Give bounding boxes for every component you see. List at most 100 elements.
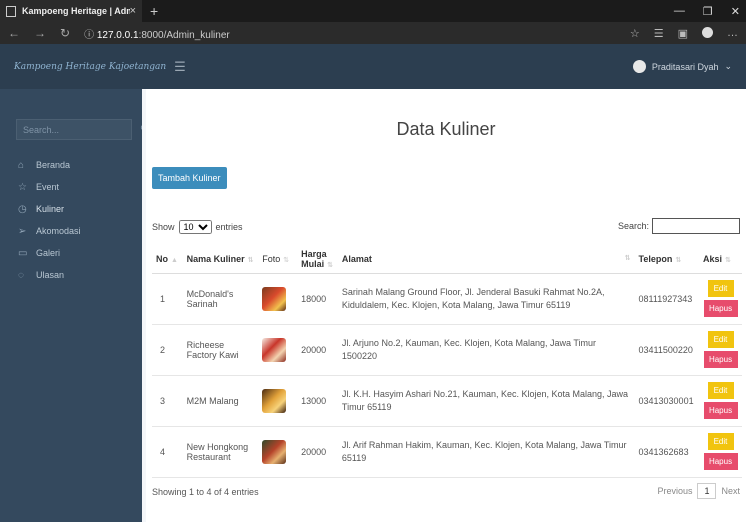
sidebar-item-label: Beranda (36, 160, 71, 170)
cell-no: 3 (152, 375, 183, 427)
back-icon[interactable]: ← (8, 26, 20, 40)
add-kuliner-button[interactable]: Tambah Kuliner (152, 167, 227, 189)
table-search: Search: (618, 218, 740, 234)
profile-icon[interactable] (702, 26, 713, 38)
url-path: :8000/Admin_kuliner (138, 29, 230, 41)
url-host: 127.0.0.1 (96, 29, 139, 41)
favorite-icon[interactable]: ☆ (630, 27, 640, 40)
close-window-icon[interactable]: ✕ (731, 5, 740, 18)
delete-button[interactable]: Hapus (703, 351, 738, 368)
table-info: Showing 1 to 4 of 4 entries (152, 487, 259, 497)
food-photo (262, 439, 287, 464)
browser-tab[interactable]: Kampoeng Heritage | Admin × (0, 0, 142, 22)
cell-name: Richeese Factory Kawi (182, 324, 259, 376)
sidebar: ⚲ ⌂ Beranda ☆ Event ◷ Kuliner ➢ Akomodas… (0, 89, 147, 522)
sidebar-item-label: Ulasan (36, 270, 65, 280)
column-header-harga[interactable]: Harga Mulai ⇅ (297, 245, 338, 274)
user-menu[interactable]: Praditasari Dyah ⌄ (632, 60, 732, 73)
cell-foto (258, 426, 298, 478)
sidebar-item-akomodasi[interactable]: ➢ Akomodasi (0, 220, 142, 242)
edit-button[interactable]: Edit (707, 433, 734, 450)
address-bar: ← → ↻ ⓘ 127.0.0.1:8000/Admin_kuliner ☆ ☰… (0, 22, 746, 44)
cell-price: 13000 (297, 375, 338, 427)
star-icon: ☆ (18, 181, 27, 193)
cell-foto (258, 375, 298, 427)
sort-icon: ⇅ (725, 256, 731, 264)
close-tab-icon[interactable]: × (130, 5, 136, 17)
sidebar-item-label: Kuliner (36, 204, 65, 214)
hamburger-icon[interactable]: ☰ (174, 59, 186, 75)
table-row: 4 New Hongkong Restaurant 20000 Jl. Arif… (152, 426, 742, 478)
content-card: Data Kuliner Tambah Kuliner Show 10 entr… (146, 89, 746, 522)
column-header-aksi[interactable]: Aksi ⇅ (699, 245, 742, 274)
column-header-foto[interactable]: Foto ⇅ (258, 245, 298, 274)
tab-title: Kampoeng Heritage | Admin (22, 6, 130, 16)
avatar (632, 60, 646, 73)
send-icon: ➢ (18, 225, 27, 237)
previous-page-button[interactable]: Previous (657, 486, 692, 496)
edit-button[interactable]: Edit (707, 382, 734, 399)
brand-logo[interactable]: Kampoeng Heritage Kajoetangan (14, 62, 166, 72)
column-header-no[interactable]: No ▲ (152, 245, 183, 274)
info-icon[interactable]: ⓘ (84, 30, 94, 41)
cell-price: 20000 (297, 426, 338, 478)
cell-name: M2M Malang (182, 375, 259, 427)
more-icon[interactable]: … (727, 27, 738, 40)
table-row: 3 M2M Malang 13000 Jl. K.H. Hasyim Ashar… (152, 375, 742, 427)
refresh-icon[interactable]: ↻ (60, 26, 70, 40)
column-header-telepon[interactable]: Telepon ⇅ (634, 245, 699, 274)
sidebar-item-event[interactable]: ☆ Event (0, 176, 142, 198)
forward-icon[interactable]: → (34, 26, 46, 40)
edit-button[interactable]: Edit (707, 331, 734, 348)
food-photo (262, 337, 287, 362)
image-icon: ▭ (18, 247, 28, 259)
sidebar-item-ulasan[interactable]: ◌ Ulasan (0, 264, 142, 286)
sidebar-item-galeri[interactable]: ▭ Galeri (0, 242, 142, 264)
delete-button[interactable]: Hapus (703, 402, 738, 419)
next-page-button[interactable]: Next (721, 486, 740, 496)
nav-buttons: ← → ↻ (8, 26, 70, 40)
cell-price: 20000 (297, 324, 338, 376)
cell-actions: Edit Hapus (699, 426, 742, 478)
collections-icon[interactable]: ▣ (678, 27, 688, 40)
sidebar-item-label: Akomodasi (36, 226, 81, 236)
cell-price: 18000 (297, 273, 338, 325)
column-header-nama[interactable]: Nama Kuliner ⇅ (182, 245, 259, 274)
user-name: Praditasari Dyah (651, 61, 719, 72)
minimize-icon[interactable]: — (674, 5, 685, 18)
chat-icon: ◌ (18, 269, 24, 281)
sidebar-item-beranda[interactable]: ⌂ Beranda (0, 154, 142, 176)
search-label: Search: (617, 221, 649, 231)
sidebar-item-label: Galeri (36, 248, 61, 258)
home-icon: ⌂ (18, 159, 25, 171)
cell-phone: 03411500220 (634, 324, 699, 376)
sort-icon: ⇅ (675, 256, 682, 264)
sidebar-search: ⚲ (16, 119, 147, 140)
cell-no: 1 (152, 273, 183, 325)
favorites-bar-icon[interactable]: ☰ (654, 27, 664, 40)
maximize-icon[interactable]: ❐ (703, 5, 713, 18)
new-tab-icon[interactable]: + (150, 3, 158, 19)
main-content: Data Kuliner Tambah Kuliner Show 10 entr… (142, 89, 746, 522)
table-header-row: No ▲ Nama Kuliner ⇅ Foto ⇅ Harga Mulai ⇅ Ala… (152, 245, 742, 274)
browser-tab-bar: Kampoeng Heritage | Admin × + — ❐ ✕ (0, 0, 746, 22)
edit-button[interactable]: Edit (707, 280, 734, 297)
table-row: 1 McDonald's Sarinah 18000 Sarinah Malan… (152, 273, 742, 325)
delete-button[interactable]: Hapus (703, 300, 738, 317)
entries-select[interactable]: 10 (178, 220, 212, 234)
sidebar-item-kuliner[interactable]: ◷ Kuliner (0, 198, 142, 220)
column-header-alamat[interactable]: Alamat ⇅ (337, 245, 635, 274)
sidebar-search-input[interactable] (23, 124, 140, 135)
page-1-button[interactable]: 1 (697, 483, 717, 499)
sidebar-item-label: Event (36, 182, 60, 192)
cell-actions: Edit Hapus (699, 324, 742, 376)
show-label: Show (152, 222, 175, 232)
entries-label: entries (215, 222, 243, 232)
table-search-input[interactable] (652, 218, 740, 234)
sort-asc-icon: ▲ (171, 256, 178, 264)
delete-button[interactable]: Hapus (703, 453, 738, 470)
chevron-down-icon: ⌄ (724, 61, 732, 71)
url-field[interactable]: ⓘ 127.0.0.1:8000/Admin_kuliner (84, 26, 630, 41)
window-controls: — ❐ ✕ (674, 5, 746, 18)
browser-tools: ☆ ☰ ▣ … (630, 26, 738, 40)
